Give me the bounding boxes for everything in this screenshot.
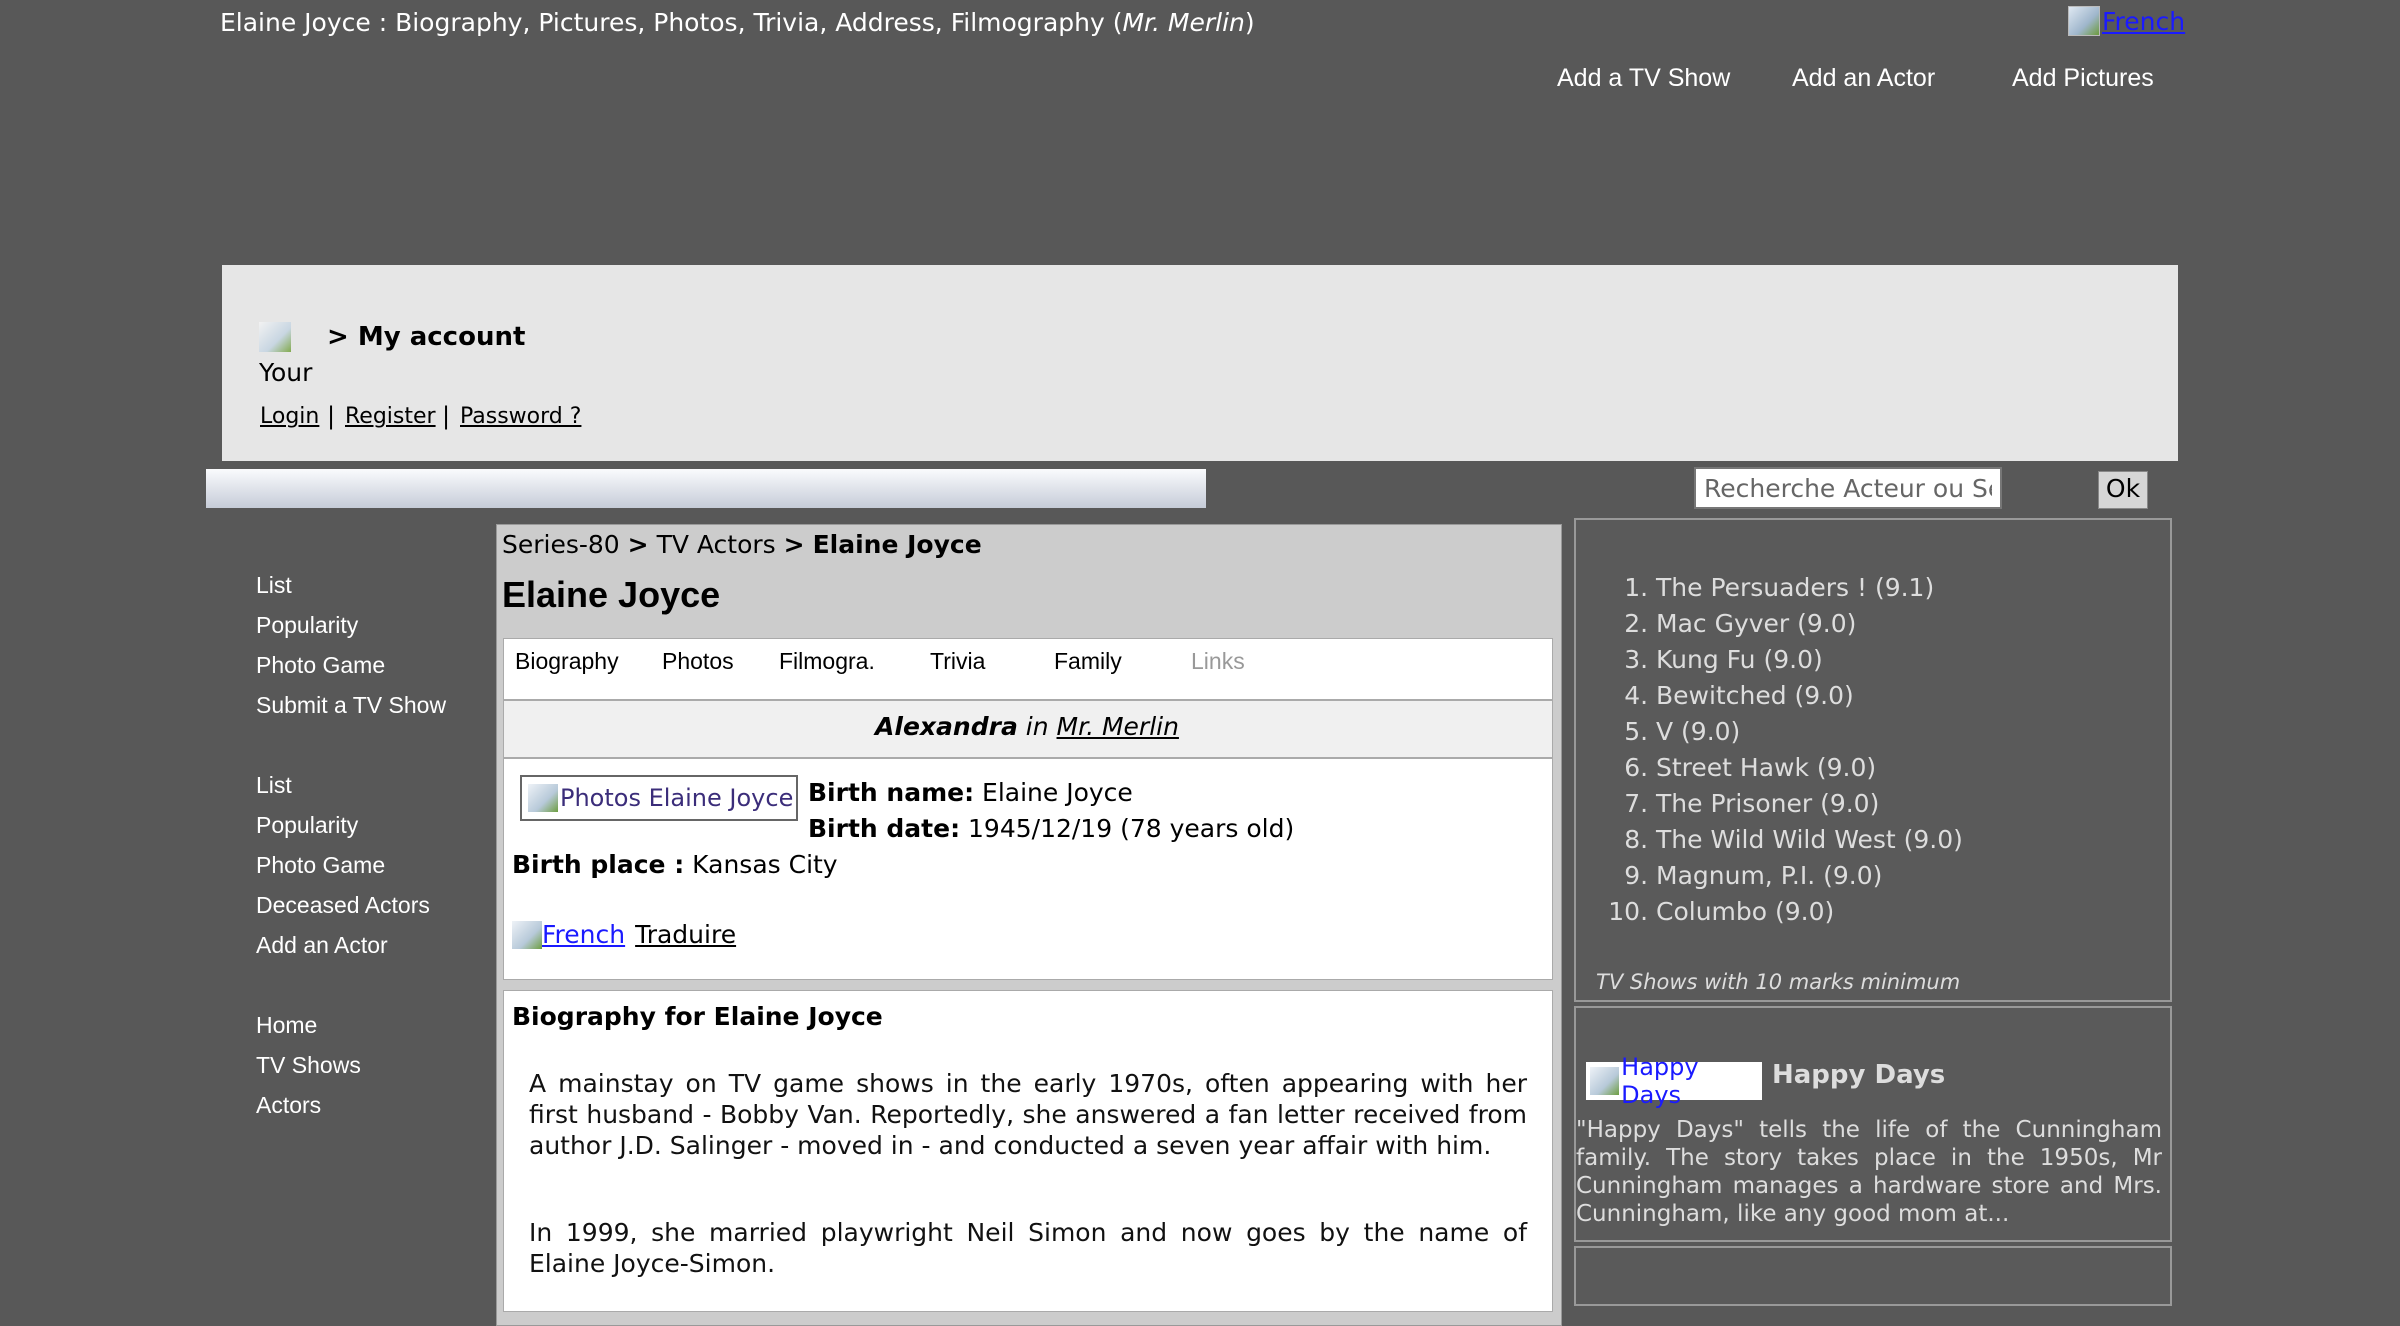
tab-links: Links [1191,648,1245,674]
tab-filmography[interactable]: Filmogra. [779,648,875,675]
featured-show-thumbnail[interactable]: Happy Days [1586,1053,1762,1109]
french-flag-icon [512,920,542,949]
sidebar-actors-photo-game[interactable]: Photo Game [256,852,385,879]
sidebar-bottom-box [1574,1246,2172,1306]
account-title: > My account [327,322,526,352]
sidebar-shows-popularity[interactable]: Popularity [256,612,358,639]
ranking-item[interactable]: The Persuaders ! (9.1) [1656,570,1963,606]
biography-paragraph: In 1999, she married playwright Neil Sim… [529,1218,1527,1278]
sidebar-actors-list[interactable]: List [256,772,292,799]
sidebar-actors[interactable]: Actors [256,1092,321,1119]
tab-photos[interactable]: Photos [662,648,734,675]
role-show-link[interactable]: Mr. Merlin [1057,712,1179,741]
page-title: Elaine Joyce : Biography, Pictures, Phot… [220,8,1255,37]
translate-link[interactable]: Traduire [635,920,736,949]
register-link[interactable]: Register [345,404,436,429]
ranking-item[interactable]: The Wild Wild West (9.0) [1656,822,1963,858]
ranking-item[interactable]: Kung Fu (9.0) [1656,642,1963,678]
account-panel [222,265,2178,461]
birth-name-value: Elaine Joyce [982,778,1133,807]
role-connector: in [1025,712,1049,741]
featured-show-description: "Happy Days" tells the life of the Cunni… [1576,1117,2162,1227]
featured-thumb-alt: Happy Days [1621,1053,1699,1109]
tab-biography[interactable]: Biography [515,648,619,675]
account-separator: | [327,402,336,430]
ranking-list: The Persuaders ! (9.1) Mac Gyver (9.0) K… [1600,570,1963,930]
language-flag-link[interactable]: French [2068,6,2185,36]
breadcrumb: Series-80 > TV Actors > Elaine Joyce [502,530,982,559]
tab-family[interactable]: Family [1054,648,1122,675]
featured-image-icon [1590,1067,1620,1095]
birth-place-value: Kansas City [692,850,838,879]
biography-title: Biography for Elaine Joyce [512,1002,883,1031]
birth-place-label: Birth place : [512,850,685,879]
password-link[interactable]: Password ? [460,404,581,429]
birth-date-label: Birth date: [808,814,961,843]
avatar-image-icon [259,322,291,352]
sidebar-add-actor[interactable]: Add an Actor [256,932,388,959]
search-input[interactable] [1694,467,2002,509]
breadcrumb-tv-actors[interactable]: TV Actors [657,530,776,559]
breadcrumb-separator: > [627,530,649,559]
sidebar-submit-tv-show[interactable]: Submit a TV Show [256,692,446,719]
translate-row: French Traduire [512,920,736,949]
ranking-note: TV Shows with 10 marks minimum [1596,970,1961,994]
photo-image-icon [528,784,558,812]
french-flag-link[interactable]: French [542,920,625,949]
birth-date-line: Birth date: 1945/12/19 (78 years old) [808,814,1294,843]
sidebar-actors-popularity[interactable]: Popularity [256,812,358,839]
ranking-item[interactable]: Street Hawk (9.0) [1656,750,1963,786]
role-line: Alexandra in Mr. Merlin [503,712,1551,741]
ranking-item[interactable]: Bewitched (9.0) [1656,678,1963,714]
nav-add-pictures[interactable]: Add Pictures [2012,64,2154,93]
sidebar-home[interactable]: Home [256,1012,317,1039]
nav-add-tv-show[interactable]: Add a TV Show [1557,64,1730,93]
birth-place-line: Birth place : Kansas City [512,850,838,879]
birth-name-label: Birth name: [808,778,975,807]
ranking-item[interactable]: V (9.0) [1656,714,1963,750]
actor-name-heading: Elaine Joyce [502,574,721,615]
search-ok-button[interactable]: Ok [2098,471,2148,509]
birth-date-value: 1945/12/19 (78 years old) [968,814,1295,843]
sidebar-shows-list[interactable]: List [256,572,292,599]
nav-add-actor[interactable]: Add an Actor [1792,64,1935,93]
ranking-item[interactable]: Mac Gyver (9.0) [1656,606,1963,642]
biography-paragraph: A mainstay on TV game shows in the early… [529,1069,1527,1160]
login-link[interactable]: Login [260,404,319,429]
ranking-item[interactable]: Magnum, P.I. (9.0) [1656,858,1963,894]
sidebar-tv-shows[interactable]: TV Shows [256,1052,361,1079]
ranking-item[interactable]: The Prisoner (9.0) [1656,786,1963,822]
role-character: Alexandra [875,712,1018,741]
avatar-alt-text: Your [259,358,313,387]
featured-show-title[interactable]: Happy Days [1772,1060,1945,1090]
breadcrumb-site[interactable]: Series-80 [502,530,620,559]
account-separator: | [442,402,451,430]
ranking-item[interactable]: Columbo (9.0) [1656,894,1963,930]
menu-gradient-bar [206,469,1206,508]
sidebar-shows-photo-game[interactable]: Photo Game [256,652,385,679]
sidebar-deceased-actors[interactable]: Deceased Actors [256,892,430,919]
breadcrumb-current: Elaine Joyce [812,530,982,559]
flag-image-icon [2068,6,2100,36]
actor-photo[interactable]: Photos Elaine Joyce [520,775,798,821]
photo-alt-text: Photos Elaine Joyce [560,784,794,812]
tab-trivia[interactable]: Trivia [930,648,985,675]
tab-bar [503,638,1553,700]
birth-name-line: Birth name: Elaine Joyce [808,778,1133,807]
breadcrumb-separator: > [783,530,805,559]
flag-alt-text: French [2102,6,2186,36]
avatar: Your [259,322,312,387]
